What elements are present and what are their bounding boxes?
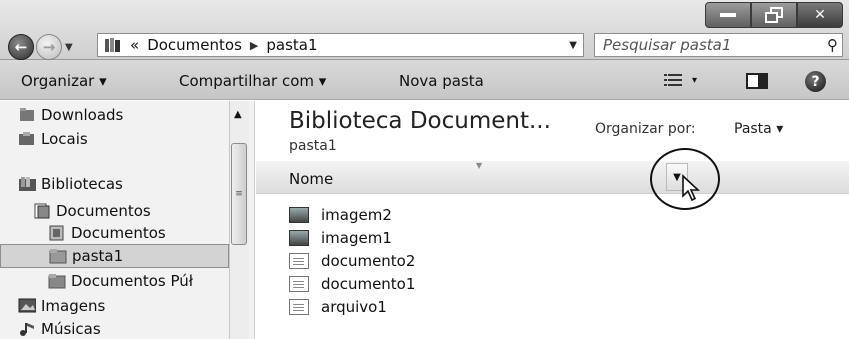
nav-item-pasta1[interactable]: pasta1 — [0, 244, 229, 268]
nav-item-label: Documentos — [56, 202, 151, 220]
back-arrow-icon[interactable]: ← — [8, 34, 34, 60]
nav-item-label: pasta1 — [72, 247, 124, 265]
command-bar: Organizar ▾ Compartilhar com ▾ Nova past… — [0, 60, 849, 100]
library-subtitle: pasta1 — [289, 138, 337, 154]
address-separator-icon[interactable]: ▶ — [250, 39, 258, 52]
new-folder-button[interactable]: Nova pasta — [399, 72, 484, 90]
file-name: imagem2 — [321, 205, 392, 224]
file-name: documento2 — [321, 251, 416, 270]
music-icon — [18, 321, 36, 337]
column-header-row: ▼ Nome ▼ — [256, 161, 849, 194]
document-file-icon — [289, 275, 309, 292]
nav-item-label: Locais — [41, 130, 88, 148]
change-view-button[interactable]: ▾ — [664, 71, 704, 89]
libraries-icon — [18, 176, 36, 192]
arrange-by-dropdown[interactable]: Pasta ▾ — [734, 121, 783, 137]
documents-library-icon — [33, 203, 51, 219]
arrange-by-label: Organizar por: — [595, 121, 696, 137]
nav-item-label: Bibliotecas — [41, 175, 123, 193]
search-input[interactable]: Pesquisar pasta1 ⚲ — [594, 33, 843, 57]
downloads-icon — [18, 107, 36, 123]
address-parent-chevron[interactable]: « — [130, 36, 139, 54]
file-name: arquivo1 — [321, 297, 387, 316]
sort-indicator-icon: ▼ — [476, 161, 483, 170]
document-file-icon — [289, 252, 309, 269]
file-name: imagem1 — [321, 228, 392, 247]
help-icon[interactable]: ? — [805, 71, 826, 92]
nav-item-musicas[interactable]: Músicas — [18, 317, 101, 339]
file-item-imagem2[interactable]: imagem2 — [289, 203, 392, 226]
nav-item-locais[interactable]: Locais — [18, 127, 88, 151]
view-list-icon — [664, 74, 682, 86]
images-icon — [18, 298, 36, 314]
public-documents-icon — [48, 273, 66, 289]
nav-item-label: Imagens — [41, 297, 106, 315]
mouse-cursor-icon — [682, 174, 701, 202]
navigation-pane: Downloads Locais Bibliotecas Documentos … — [0, 101, 255, 339]
nav-item-downloads[interactable]: Downloads — [18, 103, 123, 127]
scroll-thumb[interactable]: ≡ — [231, 143, 247, 245]
nav-item-label: Músicas — [41, 320, 101, 338]
navigation-buttons: ← → ▼ — [8, 34, 73, 60]
file-item-imagem1[interactable]: imagem1 — [289, 226, 392, 249]
close-icon[interactable]: ✕ — [797, 2, 843, 28]
nav-item-documentos-folder[interactable]: Documentos — [48, 221, 166, 245]
nav-item-documentos-publicos[interactable]: Documentos Púł — [48, 269, 229, 293]
address-segment-documentos[interactable]: Documentos — [147, 36, 242, 54]
search-icon[interactable]: ⚲ — [827, 36, 838, 54]
nav-pane-scrollbar[interactable]: ▲ ≡ — [229, 101, 249, 339]
nav-item-bibliotecas[interactable]: Bibliotecas — [18, 172, 123, 196]
column-header-name[interactable]: Nome — [289, 170, 333, 188]
minimize-icon[interactable] — [705, 2, 751, 28]
address-dropdown-icon[interactable]: ▼ — [569, 40, 577, 51]
documents-folder-icon — [48, 225, 66, 241]
nav-item-documentos-library[interactable]: Documentos — [33, 199, 151, 223]
nav-item-label: Documentos Púł — [71, 272, 194, 290]
address-field[interactable]: « Documentos ▶ pasta1 ▼ — [97, 33, 584, 57]
folder-icon — [49, 248, 67, 264]
address-bar-area: ✕ ← → ▼ « Documentos ▶ pasta1 ▼ Pesquisa… — [0, 0, 849, 60]
file-item-arquivo1[interactable]: arquivo1 — [289, 295, 387, 318]
explorer-window: ✕ ← → ▼ « Documentos ▶ pasta1 ▼ Pesquisa… — [0, 0, 849, 339]
forward-arrow-icon[interactable]: → — [36, 34, 62, 60]
nav-item-label: Downloads — [41, 106, 124, 124]
image-file-icon — [289, 206, 309, 223]
share-with-button[interactable]: Compartilhar com ▾ — [179, 72, 326, 90]
nav-item-imagens[interactable]: Imagens — [18, 294, 105, 318]
document-file-icon — [289, 298, 309, 315]
organize-button[interactable]: Organizar ▾ — [21, 72, 107, 90]
library-title: Biblioteca Document... — [289, 108, 551, 134]
preview-pane-icon[interactable] — [746, 73, 768, 89]
address-segment-pasta1[interactable]: pasta1 — [266, 36, 317, 54]
places-icon — [18, 131, 36, 147]
restore-icon[interactable] — [751, 2, 797, 28]
scroll-up-icon[interactable]: ▲ — [234, 109, 242, 120]
window-caption-buttons: ✕ — [705, 2, 843, 28]
file-list-pane: Biblioteca Document... pasta1 Organizar … — [256, 101, 849, 339]
view-dropdown-icon[interactable]: ▾ — [692, 75, 697, 86]
recent-pages-dropdown-icon[interactable]: ▼ — [65, 42, 73, 53]
nav-item-label: Documentos — [71, 224, 166, 242]
library-icon — [105, 38, 120, 52]
image-file-icon — [289, 229, 309, 246]
search-placeholder: Pesquisar pasta1 — [603, 36, 732, 54]
file-item-documento2[interactable]: documento2 — [289, 249, 415, 272]
file-item-documento1[interactable]: documento1 — [289, 272, 415, 295]
file-name: documento1 — [321, 274, 416, 293]
